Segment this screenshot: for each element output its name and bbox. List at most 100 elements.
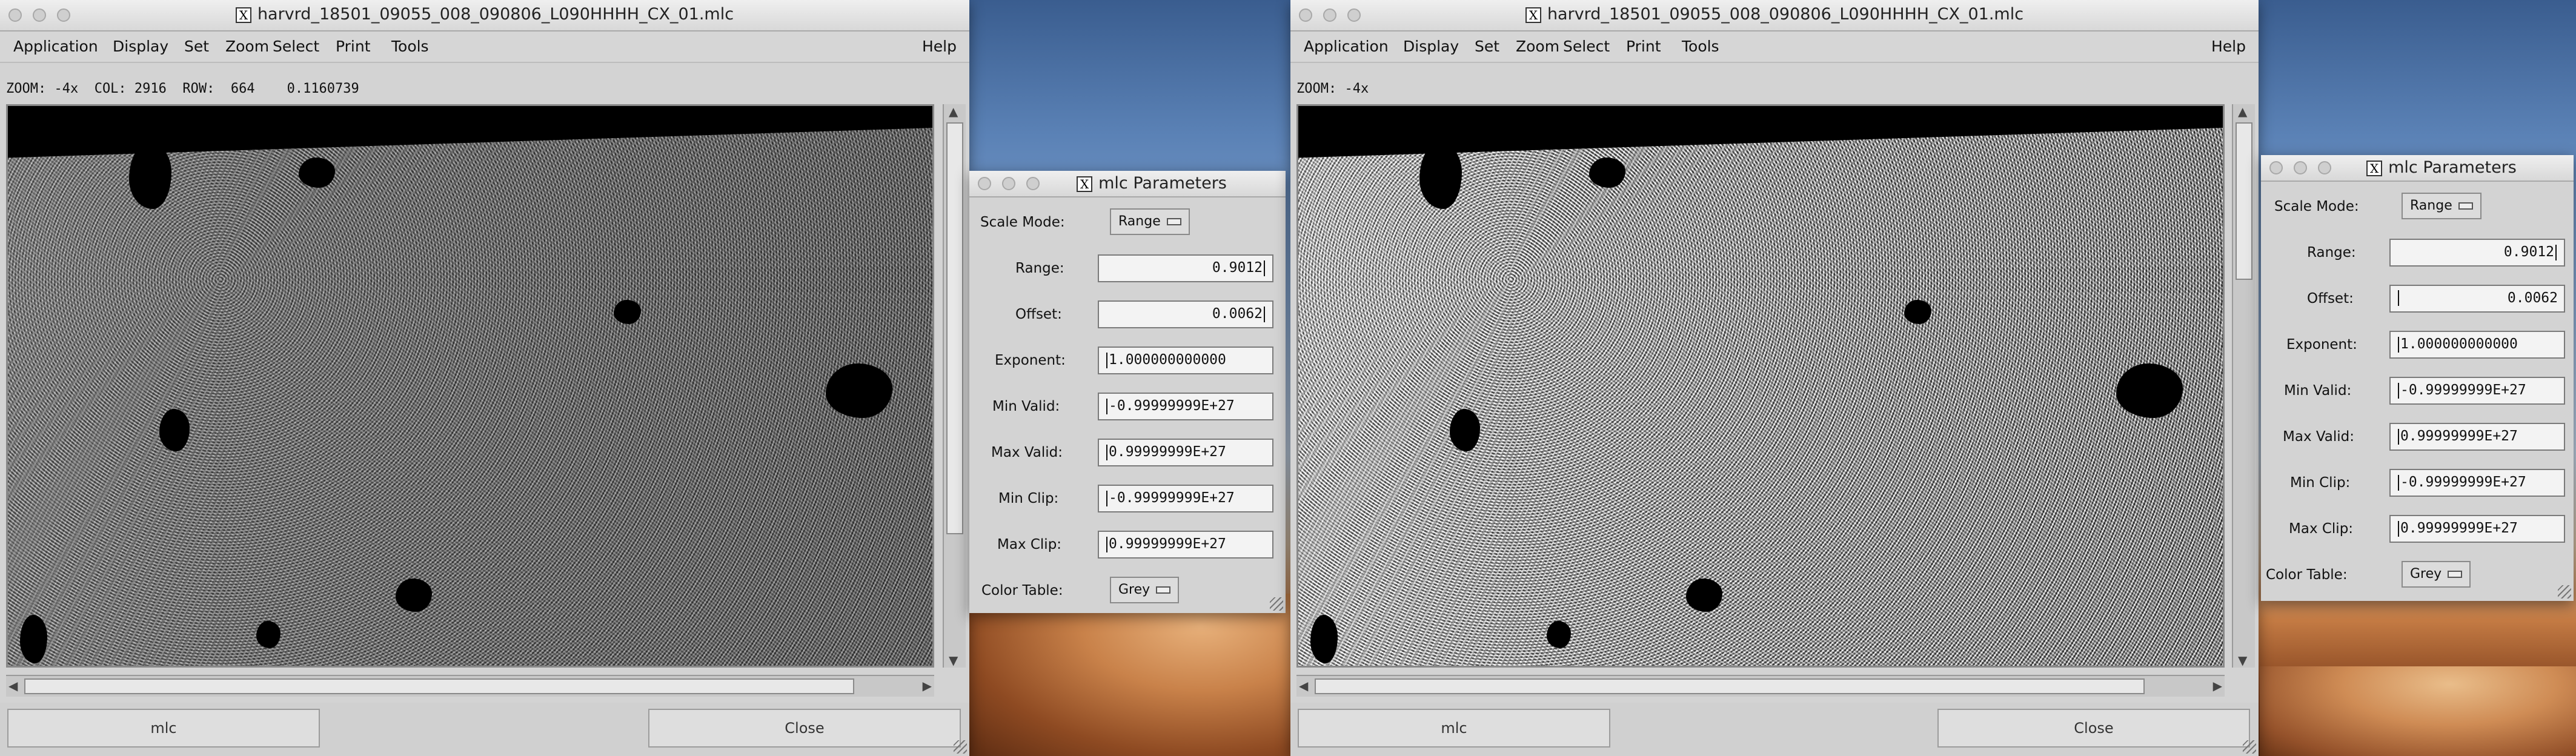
horizontal-scroll-thumb[interactable] xyxy=(24,678,854,694)
window-title-wrap: Xharvrd_18501_09055_008_090806_L090HHHH_… xyxy=(0,5,969,24)
max-clip-value: 0.99999999E+27 xyxy=(1109,536,1226,552)
scroll-down-arrow-icon[interactable]: ▼ xyxy=(2238,654,2247,666)
exponent-field[interactable]: 1.000000000000 xyxy=(2389,331,2565,359)
resize-grip-icon[interactable] xyxy=(1270,597,1283,611)
text-cursor xyxy=(2398,428,2399,445)
menubar: Application Display Set Zoom Select Prin… xyxy=(1290,31,2259,63)
min-valid-label: Min Valid: xyxy=(992,399,1060,414)
min-valid-label: Min Valid: xyxy=(2284,383,2352,399)
max-valid-value: 0.99999999E+27 xyxy=(1109,444,1226,460)
resize-grip-icon[interactable] xyxy=(2243,740,2256,754)
close-button[interactable]: Close xyxy=(1937,709,2250,748)
x11-icon: X xyxy=(1077,176,1093,192)
window-titlebar[interactable]: Xharvrd_18501_09055_008_090806_L090HHHH_… xyxy=(0,0,969,31)
max-clip-label: Max Clip: xyxy=(997,537,1062,552)
vertical-scrollbar[interactable]: ▲ ▼ xyxy=(2232,104,2255,668)
vertical-scroll-thumb[interactable] xyxy=(2236,122,2252,280)
scroll-left-arrow-icon[interactable]: ◀ xyxy=(8,680,18,692)
option-menu-indicator-icon xyxy=(1166,218,1181,225)
range-value: 0.9012 xyxy=(1212,260,1263,276)
min-clip-value: -0.99999999E+27 xyxy=(1109,490,1235,506)
horizontal-scroll-thumb[interactable] xyxy=(1315,678,2145,694)
menu-application[interactable]: Application xyxy=(1304,38,1389,55)
menu-set[interactable]: Set xyxy=(1475,38,1499,55)
color-table-option-menu[interactable]: Grey xyxy=(2402,561,2471,588)
params-titlebar[interactable]: Xmlc Parameters xyxy=(969,171,1286,197)
menu-display[interactable]: Display xyxy=(1403,38,1459,55)
scale-mode-value: Range xyxy=(2410,198,2452,213)
min-clip-field[interactable]: -0.99999999E+27 xyxy=(1098,485,1273,512)
dark-feature xyxy=(1450,409,1480,451)
close-button[interactable]: Close xyxy=(648,709,961,748)
sar-image-canvas[interactable] xyxy=(6,104,934,668)
scroll-down-arrow-icon[interactable]: ▼ xyxy=(949,654,958,666)
params-title-wrap: Xmlc Parameters xyxy=(969,174,1286,193)
offset-field[interactable]: 0.0062 xyxy=(2389,285,2565,313)
scale-mode-label: Scale Mode: xyxy=(980,214,1065,230)
dark-feature xyxy=(1310,615,1338,663)
params-title: mlc Parameters xyxy=(1098,174,1227,193)
text-cursor xyxy=(2398,474,2399,491)
menu-display[interactable]: Display xyxy=(113,38,168,55)
max-clip-field[interactable]: 0.99999999E+27 xyxy=(1098,531,1273,559)
desktop-dune xyxy=(963,594,1303,756)
offset-row: Offset: 0.0062 xyxy=(969,297,1286,333)
scale-mode-option-menu[interactable]: Range xyxy=(1110,208,1190,235)
menu-set[interactable]: Set xyxy=(184,38,209,55)
mlc-button[interactable]: mlc xyxy=(1298,709,1610,748)
range-field[interactable]: 0.9012 xyxy=(2389,239,2565,267)
menu-zoom[interactable]: Zoom xyxy=(1516,38,1559,55)
scale-mode-option-menu[interactable]: Range xyxy=(2402,193,2481,219)
scroll-up-arrow-icon[interactable]: ▲ xyxy=(949,105,958,118)
menu-help[interactable]: Help xyxy=(2211,38,2246,55)
max-clip-field[interactable]: 0.99999999E+27 xyxy=(2389,515,2565,543)
menu-print[interactable]: Print xyxy=(1626,38,1661,55)
scroll-right-arrow-icon[interactable]: ▶ xyxy=(2213,680,2222,692)
resize-grip-icon[interactable] xyxy=(2558,585,2571,598)
color-table-row: Color Table: Grey xyxy=(969,573,1286,609)
horizontal-scrollbar[interactable]: ◀ ▶ xyxy=(1296,675,2225,697)
horizontal-scrollbar[interactable]: ◀ ▶ xyxy=(6,675,934,697)
min-valid-row: Min Valid: -0.99999999E+27 xyxy=(2261,373,2574,409)
menu-application[interactable]: Application xyxy=(13,38,98,55)
params-titlebar[interactable]: Xmlc Parameters xyxy=(2261,155,2574,182)
text-cursor xyxy=(1106,398,1107,414)
min-valid-field[interactable]: -0.99999999E+27 xyxy=(2389,377,2565,405)
menu-select[interactable]: Select xyxy=(1563,38,1610,55)
vertical-scroll-thumb[interactable] xyxy=(946,122,963,534)
dark-feature xyxy=(256,621,281,648)
max-valid-label: Max Valid: xyxy=(991,445,1063,460)
resize-grip-icon[interactable] xyxy=(954,740,967,754)
exponent-field[interactable]: 1.000000000000 xyxy=(1098,346,1273,374)
scroll-right-arrow-icon[interactable]: ▶ xyxy=(923,680,932,692)
vertical-scrollbar[interactable]: ▲ ▼ xyxy=(943,104,966,668)
sar-image-canvas[interactable] xyxy=(1296,104,2225,668)
min-clip-field[interactable]: -0.99999999E+27 xyxy=(2389,469,2565,497)
menu-help[interactable]: Help xyxy=(922,38,957,55)
desktop-dune xyxy=(2260,666,2576,756)
min-clip-value: -0.99999999E+27 xyxy=(2400,474,2526,490)
range-field[interactable]: 0.9012 xyxy=(1098,254,1273,282)
menu-tools[interactable]: Tools xyxy=(1682,38,1719,55)
window-title-wrap: Xharvrd_18501_09055_008_090806_L090HHHH_… xyxy=(1290,5,2259,24)
min-valid-row: Min Valid: -0.99999999E+27 xyxy=(969,389,1286,425)
max-valid-field[interactable]: 0.99999999E+27 xyxy=(2389,423,2565,451)
text-cursor xyxy=(2398,290,2399,306)
text-cursor xyxy=(1106,490,1107,506)
scroll-left-arrow-icon[interactable]: ◀ xyxy=(1299,680,1308,692)
color-table-option-menu[interactable]: Grey xyxy=(1110,577,1180,603)
menu-select[interactable]: Select xyxy=(273,38,319,55)
max-valid-field[interactable]: 0.99999999E+27 xyxy=(1098,439,1273,466)
menu-zoom[interactable]: Zoom xyxy=(225,38,269,55)
min-valid-field[interactable]: -0.99999999E+27 xyxy=(1098,393,1273,420)
offset-field[interactable]: 0.0062 xyxy=(1098,300,1273,328)
window-titlebar[interactable]: Xharvrd_18501_09055_008_090806_L090HHHH_… xyxy=(1290,0,2259,31)
min-valid-value: -0.99999999E+27 xyxy=(1109,398,1235,414)
menu-tools[interactable]: Tools xyxy=(391,38,429,55)
scroll-up-arrow-icon[interactable]: ▲ xyxy=(2238,105,2247,118)
mlc-button[interactable]: mlc xyxy=(7,709,320,748)
color-table-row: Color Table: Grey xyxy=(2261,557,2574,594)
max-valid-row: Max Valid: 0.99999999E+27 xyxy=(2261,419,2574,456)
max-valid-row: Max Valid: 0.99999999E+27 xyxy=(969,435,1286,471)
menu-print[interactable]: Print xyxy=(336,38,371,55)
